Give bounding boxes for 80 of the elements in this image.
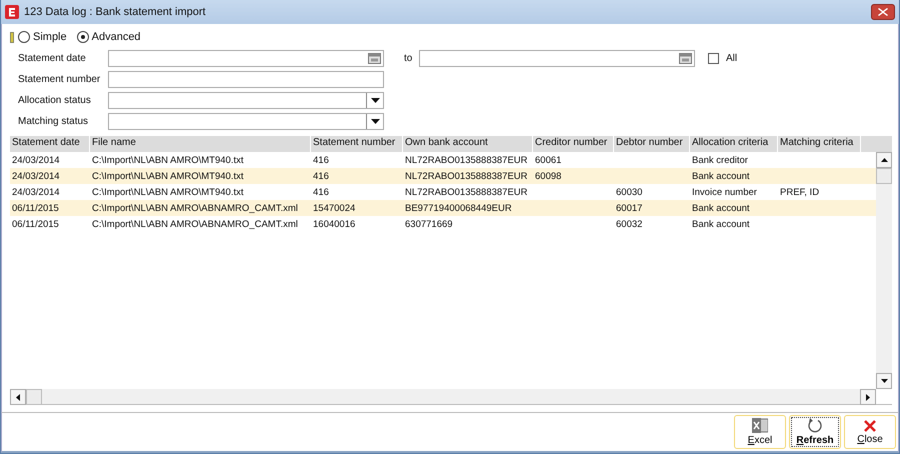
table-cell: 416	[313, 170, 329, 182]
spreadsheet-icon	[752, 418, 768, 433]
date-field[interactable]	[419, 50, 695, 66]
dropdown-field[interactable]	[108, 92, 384, 108]
column-header[interactable]: Statement number	[311, 136, 403, 152]
table-cell: Bank account	[692, 202, 750, 214]
table-cell: 06/11/2015	[12, 202, 59, 214]
table-cell: 60032	[616, 218, 642, 230]
column-header[interactable]: Statement date	[10, 136, 90, 152]
table-cell: 416	[313, 154, 329, 166]
marker-icon	[10, 32, 14, 42]
table-cell: C:\Import\NL\ABN AMRO\MT940.txt	[92, 154, 244, 166]
scroll-thumb[interactable]	[26, 389, 42, 405]
filter-label: Statement number	[18, 74, 102, 84]
column-header[interactable]: Allocation criteria	[690, 136, 778, 152]
table-cell: Bank account	[692, 218, 750, 230]
table-cell: BE97719400068449EUR	[405, 202, 512, 214]
table-cell: NL72RABO0135888387EUR	[405, 170, 528, 182]
all-checkbox[interactable]: All	[708, 52, 738, 64]
table-cell: 16040016	[313, 218, 356, 230]
scroll-thumb[interactable]	[876, 168, 892, 184]
app-logo-icon	[5, 5, 19, 19]
close-icon	[878, 8, 888, 16]
table-cell: 15470024	[313, 202, 356, 214]
close-button[interactable]	[871, 4, 895, 20]
filter-label: Allocation status	[18, 94, 92, 106]
table-cell: NL72RABO0135888387EUR	[405, 186, 528, 198]
vertical-scrollbar[interactable]	[876, 152, 892, 389]
table-cell: 24/03/2014	[12, 186, 60, 198]
table-cell: 24/03/2014	[12, 154, 60, 166]
table-cell: 60030	[616, 186, 642, 198]
table-row[interactable]: 24/03/2014 C:\Import\NL\ABN AMRO\MT940.txt 416 NL72RABO0135888387EUR 60061 Bank creditor	[10, 152, 876, 168]
table-cell: C:\Import\NL\ABN AMRO\MT940.txt	[92, 186, 244, 198]
table-cell: 60017	[616, 202, 642, 214]
right-arrow-icon[interactable]	[866, 394, 870, 400]
excel-button[interactable]: Excel	[734, 415, 786, 449]
filter-label: Statement date	[18, 52, 87, 64]
table-cell: C:\Import\NL\ABN AMRO\ABNAMRO_CAMT.xml	[92, 202, 298, 214]
column-header[interactable]: Matching criteria	[778, 136, 861, 152]
table-cell: Bank creditor	[692, 154, 748, 166]
table-cell: 60098	[535, 170, 562, 182]
table-row[interactable]: 06/11/2015 C:\Import\NL\ABN AMRO\ABNAMRO_CAMT.xml 15470024 BE97719400068449EUR 60017 Bank account	[10, 200, 876, 216]
table-cell: 24/03/2014	[12, 170, 60, 182]
table-cell: 60061	[535, 154, 562, 166]
caret-icon	[370, 98, 380, 102]
column-header[interactable]: Own bank account	[403, 136, 533, 152]
input-field[interactable]	[108, 70, 384, 88]
up-arrow-icon[interactable]	[880, 158, 888, 162]
refresh-button[interactable]: Refresh	[789, 415, 841, 449]
column-header[interactable]: Debtor number	[614, 136, 690, 152]
table-cell: Invoice number	[692, 186, 757, 198]
table-cell: NL72RABO0135888387EUR	[405, 154, 528, 166]
table-cell: PREF, ID	[780, 186, 820, 198]
table-row[interactable]: 24/03/2014 C:\Import\NL\ABN AMRO\MT940.txt 416 NL72RABO0135888387EUR 60030 Invoice number PREF, ID	[10, 184, 876, 200]
table-cell: 416	[313, 186, 329, 198]
table-cell: 630771669	[405, 218, 453, 230]
refresh-icon	[807, 418, 823, 433]
close-icon	[864, 420, 876, 432]
calendar-icon	[679, 52, 692, 64]
column-header[interactable]: File name	[90, 136, 311, 152]
calendar-icon	[368, 52, 381, 64]
column-header[interactable]: Creditor number	[533, 136, 614, 152]
date-field[interactable]	[108, 50, 384, 66]
caret-icon	[370, 118, 380, 124]
table-cell: Bank account	[692, 170, 750, 182]
down-arrow-icon[interactable]	[880, 379, 888, 383]
table-row[interactable]: 06/11/2015 C:\Import\NL\ABN AMRO\ABNAMRO_CAMT.xml 16040016 630771669 60032 Bank account	[10, 216, 876, 232]
dropdown-field[interactable]	[108, 112, 384, 130]
close-button[interactable]: Close	[844, 415, 896, 449]
table-cell: C:\Import\NL\ABN AMRO\MT940.txt	[92, 170, 244, 182]
table-cell: 06/11/2015	[12, 218, 59, 230]
table-cell: C:\Import\NL\ABN AMRO\ABNAMRO_CAMT.xml	[92, 218, 298, 230]
horizontal-scrollbar[interactable]	[10, 389, 876, 404]
left-arrow-icon[interactable]	[16, 394, 20, 400]
mode-radio[interactable]: Advanced	[76, 31, 141, 43]
window-title: 123 Data log : Bank statement import	[24, 6, 206, 18]
mode-radio[interactable]: Simple	[18, 31, 67, 43]
to-label: to	[404, 52, 414, 64]
table-row[interactable]: 24/03/2014 C:\Import\NL\ABN AMRO\MT940.txt 416 NL72RABO0135888387EUR 60098 Bank account	[10, 168, 876, 184]
filter-label: Matching status	[18, 116, 90, 126]
